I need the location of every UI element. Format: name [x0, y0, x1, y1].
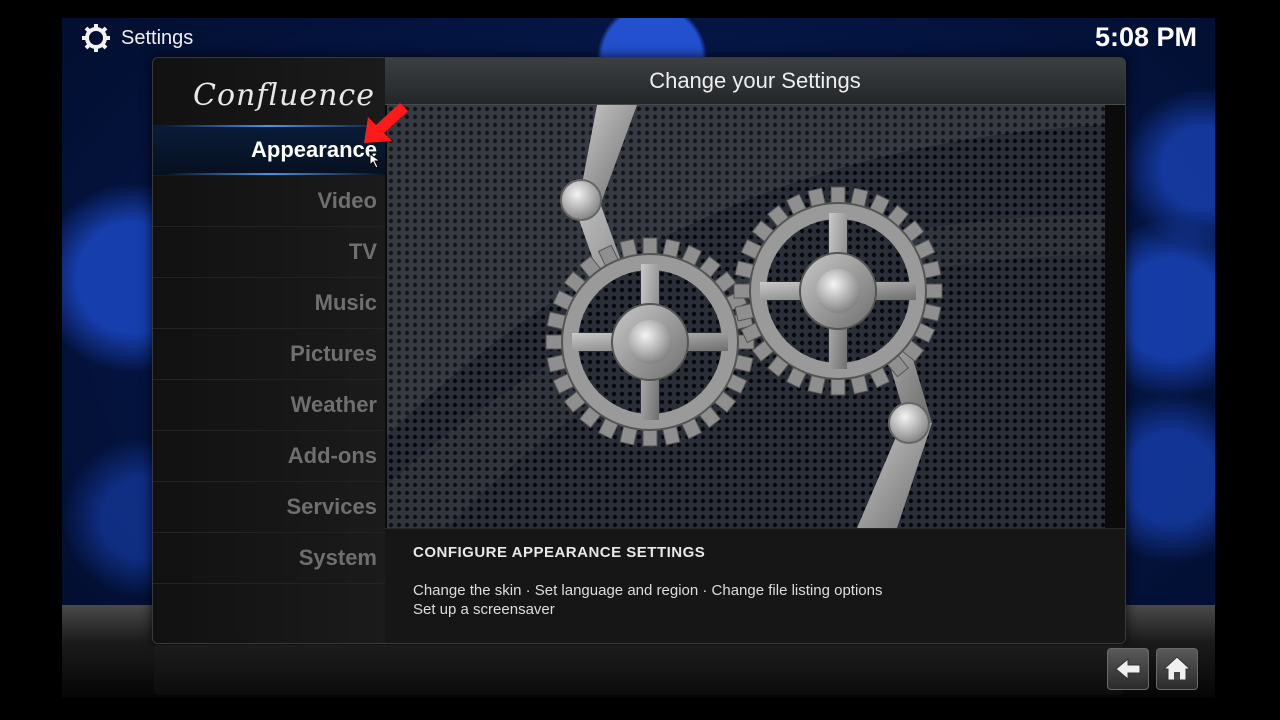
clock: 5:08 PM [1094, 22, 1197, 52]
home-button[interactable] [1156, 648, 1198, 690]
description-panel: CONFIGURE APPEARANCE SETTINGS Change the… [385, 528, 1125, 643]
back-button[interactable] [1107, 648, 1149, 690]
red-arrow-icon [364, 103, 408, 143]
top-bar: Settings 5:08 PM [62, 18, 1215, 58]
menu-item-video[interactable]: Video [153, 176, 385, 227]
description-heading: CONFIGURE APPEARANCE SETTINGS [413, 544, 706, 561]
sidebar: Confluence Appearance Video TV Music Pic… [153, 58, 385, 643]
settings-dialog: Confluence Appearance Video TV Music Pic… [152, 57, 1126, 644]
bottom-nav-bar [154, 645, 1124, 695]
screen: Settings 5:08 PM Confluence Appearance V… [62, 18, 1215, 698]
home-icon [1162, 656, 1192, 681]
description-line: Set up a screensaver [413, 601, 555, 618]
appearance-artwork [387, 105, 1105, 528]
dialog-title: Change your Settings [649, 68, 861, 93]
description-line: Change the skin · Set language and regio… [413, 582, 883, 599]
menu-item-system[interactable]: System [153, 533, 385, 584]
menu-item-appearance[interactable]: Appearance [153, 125, 385, 176]
settings-menu: Appearance Video TV Music Pictures Weath… [153, 125, 385, 584]
app-title: Settings [121, 27, 194, 49]
back-arrow-icon [1115, 657, 1141, 681]
menu-item-pictures[interactable]: Pictures [153, 329, 385, 380]
mouse-cursor-icon [369, 153, 382, 169]
dialog-header: Change your Settings × [385, 58, 1125, 105]
confluence-logo: Confluence [193, 78, 375, 113]
gear-icon [82, 24, 110, 52]
menu-item-services[interactable]: Services [153, 482, 385, 533]
menu-item-music[interactable]: Music [153, 278, 385, 329]
menu-item-tv[interactable]: TV [153, 227, 385, 278]
menu-item-weather[interactable]: Weather [153, 380, 385, 431]
menu-item-add-ons[interactable]: Add-ons [153, 431, 385, 482]
